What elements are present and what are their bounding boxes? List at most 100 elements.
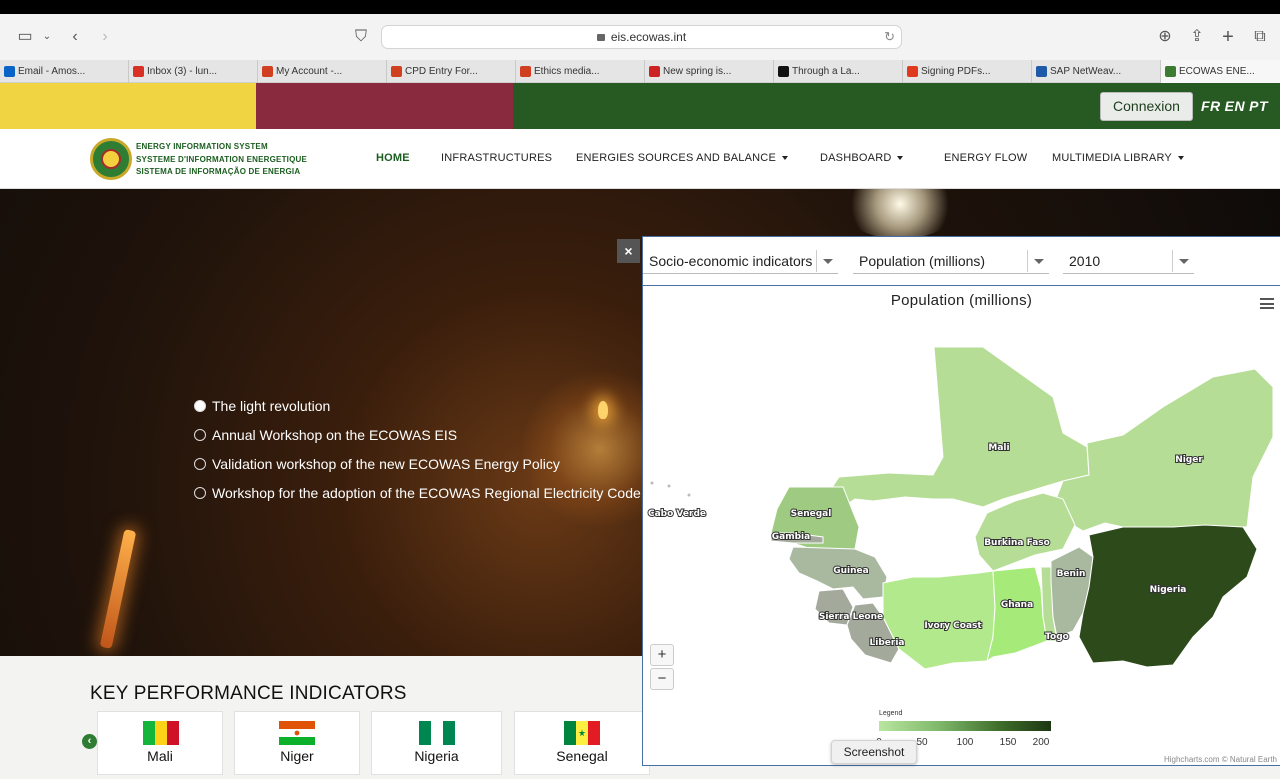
kpi-card-nigeria[interactable]: Nigeria xyxy=(371,711,502,775)
label-ghana: Ghana xyxy=(1001,600,1033,610)
label-togo: Togo xyxy=(1045,632,1069,642)
slide-label: Validation workshop of the new ECOWAS En… xyxy=(212,455,560,472)
nav-energies[interactable]: ENERGIES SOURCES AND BALANCE xyxy=(576,152,788,164)
hero-candle xyxy=(99,529,137,649)
slide-item[interactable]: The light revolution xyxy=(194,391,641,420)
logo-text: ENERGY INFORMATION SYSTEM SYSTEME D'INFO… xyxy=(136,141,307,179)
url-text: eis.ecowas.int xyxy=(610,30,687,44)
nav-dashboard[interactable]: DASHBOARD xyxy=(820,152,904,164)
slide-item[interactable]: Validation workshop of the new ECOWAS En… xyxy=(194,449,641,478)
close-map-button[interactable]: × xyxy=(617,239,640,263)
url-bar[interactable]: eis.ecowas.int ↻ xyxy=(381,25,902,49)
chevron-down-icon[interactable]: ⌄ xyxy=(36,26,58,48)
browser-tab[interactable]: ECOWAS ENE... xyxy=(1161,60,1280,83)
tab-label: SAP NetWeav... xyxy=(1050,66,1122,77)
tab-favicon-icon xyxy=(262,66,273,77)
tab-label: My Account -... xyxy=(276,66,343,77)
nav-home[interactable]: HOME xyxy=(376,152,410,164)
tab-favicon-icon xyxy=(649,66,660,77)
radio-icon[interactable] xyxy=(194,486,206,499)
tab-favicon-icon xyxy=(133,66,144,77)
site-navbar: ENERGY INFORMATION SYSTEM SYSTEME D'INFO… xyxy=(0,129,1280,189)
share-icon[interactable]: ⇪ xyxy=(1186,26,1208,48)
tab-label: CPD Entry For... xyxy=(405,66,478,77)
hero-light-bulb xyxy=(840,189,960,239)
ecowas-logo[interactable] xyxy=(90,138,132,180)
forward-icon[interactable]: › xyxy=(94,26,116,48)
label-benin: Benin xyxy=(1057,569,1086,579)
tab-label: New spring is... xyxy=(663,66,732,77)
caret-down-icon xyxy=(897,156,904,161)
label-cabo-verde: Cabo Verde xyxy=(648,509,706,519)
lang-fr[interactable]: FR xyxy=(1201,98,1221,114)
nav-energy-flow[interactable]: ENERGY FLOW xyxy=(944,152,1027,164)
country-ivory-coast[interactable] xyxy=(882,570,996,670)
island-cabo-verde xyxy=(687,493,691,497)
browser-tab[interactable]: Signing PDFs... xyxy=(903,60,1032,83)
tab-overview-icon[interactable]: ⧉ xyxy=(1249,26,1271,48)
zoom-in-button[interactable]: + xyxy=(650,644,674,666)
slide-label: Workshop for the adoption of the ECOWAS … xyxy=(212,484,641,501)
tab-label: ECOWAS ENE... xyxy=(1179,66,1255,77)
label-senegal: Senegal xyxy=(791,509,832,519)
caret-down-icon xyxy=(1177,156,1184,161)
new-tab-icon[interactable]: + xyxy=(1217,26,1239,48)
label-guinea: Guinea xyxy=(833,566,868,576)
map-panel: Socio-economic indicators Population (mi… xyxy=(642,236,1280,766)
browser-tab[interactable]: Email - Amos... xyxy=(0,60,129,83)
tab-label: Email - Amos... xyxy=(18,66,86,77)
kpi-prev-arrow-icon[interactable]: ‹ xyxy=(82,734,97,749)
kpi-card-label: Nigeria xyxy=(414,748,459,764)
kpi-card-mali[interactable]: Mali xyxy=(97,711,223,775)
lock-icon xyxy=(596,34,605,41)
tab-favicon-icon xyxy=(520,66,531,77)
sidebar-toggle-icon[interactable]: ▭ xyxy=(14,26,36,48)
country-nigeria[interactable] xyxy=(1078,524,1258,668)
nigeria-flag-icon xyxy=(419,721,455,745)
kpi-card-niger[interactable]: Niger xyxy=(234,711,360,775)
logo-line-en: ENERGY INFORMATION SYSTEM xyxy=(136,142,268,151)
senegal-flag-icon xyxy=(564,721,600,745)
label-mali: Mali xyxy=(988,443,1009,453)
reload-icon[interactable]: ↻ xyxy=(884,26,895,48)
slide-item[interactable]: Annual Workshop on the ECOWAS EIS xyxy=(194,420,641,449)
map-credits[interactable]: Highcharts.com © Natural Earth xyxy=(1164,755,1277,764)
kpi-card-senegal[interactable]: Senegal xyxy=(514,711,650,775)
browser-tab[interactable]: CPD Entry For... xyxy=(387,60,516,83)
browser-tab[interactable]: Inbox (3) - lun... xyxy=(129,60,258,83)
label-liberia: Liberia xyxy=(870,638,905,648)
mali-flag-icon xyxy=(143,721,179,745)
radio-icon[interactable] xyxy=(194,428,206,441)
radio-icon[interactable] xyxy=(194,457,206,470)
language-switcher: FR EN PT xyxy=(1201,98,1272,114)
window-top-strip xyxy=(0,0,1280,14)
back-icon[interactable]: ‹ xyxy=(64,26,86,48)
slide-selector: The light revolution Annual Workshop on t… xyxy=(194,391,641,507)
radio-icon[interactable] xyxy=(194,399,206,412)
zoom-out-button[interactable]: − xyxy=(650,668,674,690)
browser-tab[interactable]: SAP NetWeav... xyxy=(1032,60,1161,83)
country-mali[interactable] xyxy=(830,346,1090,508)
browser-tab[interactable]: New spring is... xyxy=(645,60,774,83)
caret-down-icon xyxy=(782,156,788,161)
nav-infrastructures[interactable]: INFRASTRUCTURES xyxy=(441,152,552,164)
tab-favicon-icon xyxy=(907,66,918,77)
label-gambia: Gambia xyxy=(772,532,810,542)
nav-multimedia[interactable]: MULTIMEDIA LIBRARY xyxy=(1052,152,1184,164)
label-ivory-coast: Ivory Coast xyxy=(924,621,982,631)
browser-tab[interactable]: Ethics media... xyxy=(516,60,645,83)
tab-favicon-icon xyxy=(391,66,402,77)
country-ghana[interactable] xyxy=(986,566,1048,663)
tab-favicon-icon xyxy=(4,66,15,77)
download-icon[interactable]: ⊕ xyxy=(1154,26,1176,48)
shield-icon[interactable]: ⛉ xyxy=(350,26,372,48)
lang-en[interactable]: EN xyxy=(1225,98,1245,114)
chart-menu-icon[interactable] xyxy=(1260,298,1274,309)
label-niger: Niger xyxy=(1175,455,1203,465)
kpi-card-label: Senegal xyxy=(556,748,608,764)
browser-tab[interactable]: My Account -... xyxy=(258,60,387,83)
connexion-button[interactable]: Connexion xyxy=(1100,92,1193,121)
slide-item[interactable]: Workshop for the adoption of the ECOWAS … xyxy=(194,478,641,507)
browser-tab[interactable]: Through a La... xyxy=(774,60,903,83)
lang-pt[interactable]: PT xyxy=(1249,98,1268,114)
